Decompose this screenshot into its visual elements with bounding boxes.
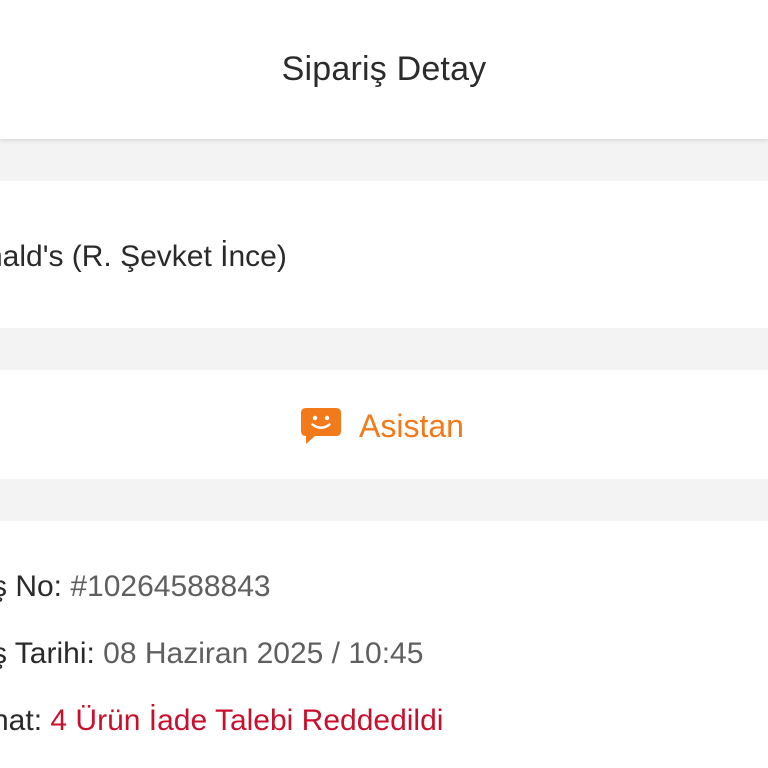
section-divider (0, 479, 768, 521)
order-number-value: #10264588843 (70, 570, 271, 603)
chat-smile-icon (301, 408, 341, 444)
page-title: Sipariş Detay (281, 50, 487, 88)
section-divider (0, 139, 768, 181)
order-date-row: ş Tarihi: 08 Haziran 2025 / 10:45 (0, 634, 423, 674)
order-detail-screen: Sipariş Detay nald's (R. Şevket İnce) As… (0, 0, 768, 768)
assistant-button[interactable]: Asistan (300, 403, 464, 449)
order-number-row: ş No: #10264588843 (0, 567, 271, 607)
restaurant-name: nald's (R. Şevket İnce) (0, 240, 287, 273)
order-date-label: ş Tarihi: (0, 637, 95, 670)
assistant-label: Asistan (359, 408, 464, 444)
order-number-label: ş No: (0, 570, 63, 603)
order-status-value: 4 Ürün İade Talebi Reddedildi (50, 704, 444, 737)
order-status-label: nat: (0, 704, 43, 737)
order-status-row: nat: 4 Ürün İade Talebi Reddedildi (0, 701, 443, 741)
order-date-value: 08 Haziran 2025 / 10:45 (103, 637, 424, 670)
top-app-bar: Sipariş Detay (0, 0, 768, 139)
section-divider (0, 328, 768, 370)
